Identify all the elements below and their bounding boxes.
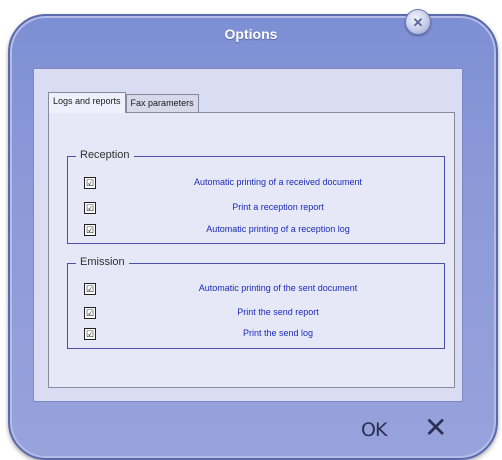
checkbox[interactable]: ☑ bbox=[84, 202, 96, 214]
checkbox[interactable]: ☑ bbox=[84, 177, 96, 189]
checkbox[interactable]: ☑ bbox=[84, 307, 96, 319]
checkbox-label: Automatic printing of a received documen… bbox=[193, 177, 363, 187]
emission-group-title: Emission bbox=[76, 256, 129, 268]
emission-item-sent-document[interactable]: ☑ Automatic printing of the sent documen… bbox=[68, 283, 444, 297]
checkbox[interactable]: ☑ bbox=[84, 224, 96, 236]
checkbox-label: Automatic printing of the sent document bbox=[198, 283, 358, 293]
checkbox[interactable]: ☑ bbox=[84, 283, 96, 295]
checkbox[interactable]: ☑ bbox=[84, 328, 96, 340]
reception-item-reception-report[interactable]: ☑ Print a reception report bbox=[68, 202, 444, 216]
reception-item-reception-log[interactable]: ☑ Automatic printing of a reception log bbox=[68, 224, 444, 238]
emission-group: Emission ☑ Automatic printing of the sen… bbox=[67, 256, 445, 349]
tab-fax-parameters[interactable]: Fax parameters bbox=[125, 94, 199, 113]
checkbox-label: Print a reception report bbox=[232, 202, 324, 212]
checkbox-label: Automatic printing of a reception log bbox=[206, 224, 350, 234]
close-icon[interactable]: ✕ bbox=[405, 9, 431, 35]
reception-group-title: Reception bbox=[76, 149, 134, 161]
emission-item-send-log[interactable]: ☑ Print the send log bbox=[68, 328, 444, 342]
reception-item-received-document[interactable]: ☑ Automatic printing of a received docum… bbox=[68, 177, 444, 191]
cancel-x-icon[interactable]: ✕ bbox=[424, 414, 447, 442]
tab-logs-and-reports[interactable]: Logs and reports bbox=[48, 92, 126, 113]
emission-item-send-report[interactable]: ☑ Print the send report bbox=[68, 307, 444, 321]
tab-bar: Logs and reports Fax parameters bbox=[48, 92, 199, 113]
reception-group: Reception ☑ Automatic printing of a rece… bbox=[67, 149, 445, 244]
ok-button[interactable]: OK bbox=[361, 419, 387, 441]
checkbox-label: Print the send report bbox=[237, 307, 319, 317]
checkbox-label: Print the send log bbox=[242, 328, 314, 338]
